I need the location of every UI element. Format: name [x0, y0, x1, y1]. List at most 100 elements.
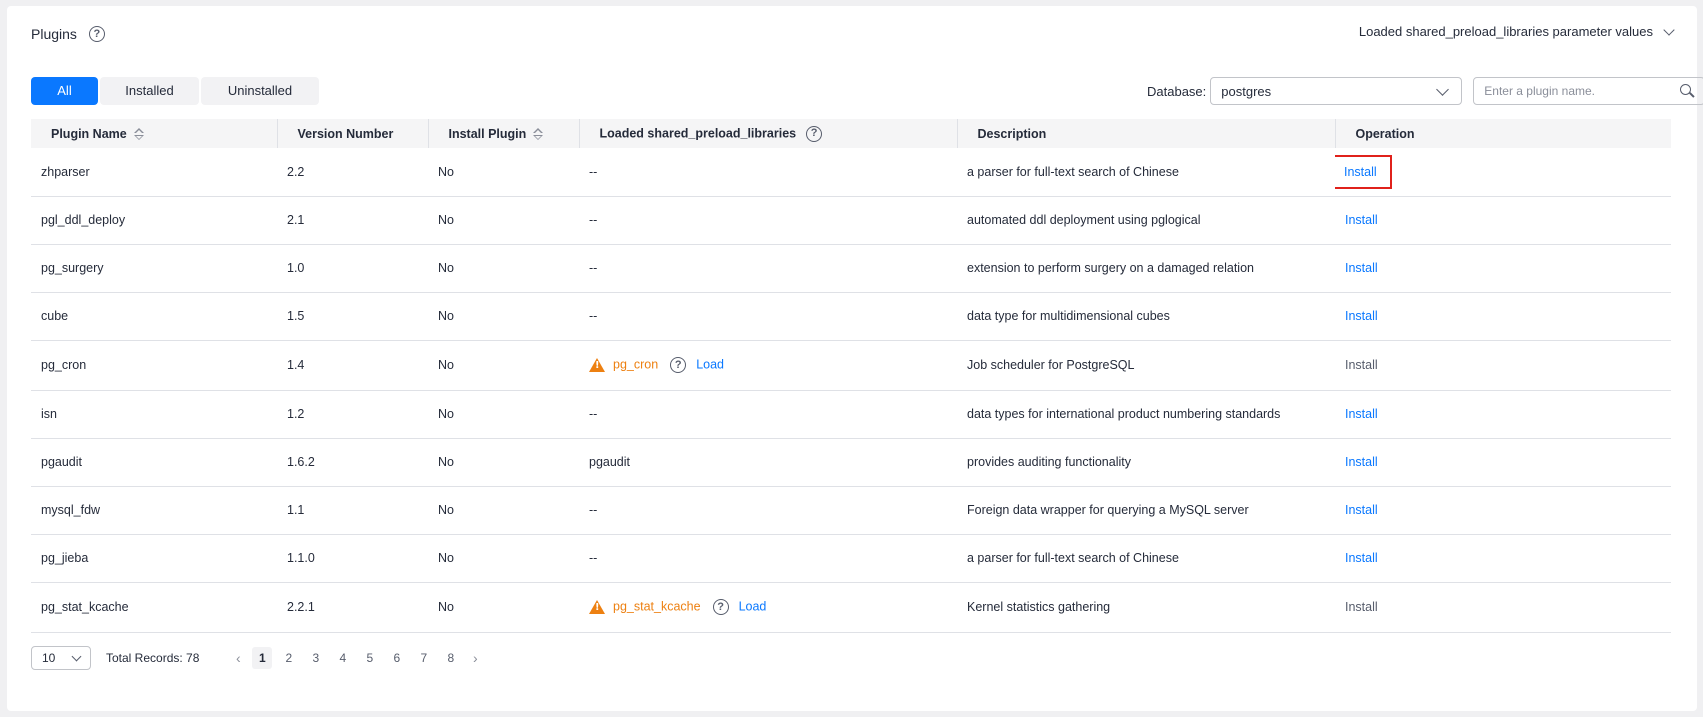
plugin-version: 1.1 — [287, 503, 305, 517]
tab-installed[interactable]: Installed — [100, 77, 199, 105]
loaded-parameters-label: Loaded shared_preload_libraries paramete… — [1358, 24, 1653, 39]
plugin-name: pgaudit — [41, 455, 83, 469]
plugin-description: a parser for full-text search of Chinese — [967, 164, 1179, 179]
plugin-name: zhparser — [41, 164, 90, 179]
page-size-select[interactable]: 10 — [31, 646, 91, 670]
plugin-description: a parser for full-text search of Chinese — [967, 551, 1179, 565]
tab-all[interactable]: All — [31, 77, 98, 105]
warning-icon — [589, 358, 605, 372]
highlight-box: Install — [1335, 154, 1392, 189]
install-link[interactable]: Install — [1345, 261, 1378, 275]
sort-icon[interactable] — [532, 128, 544, 141]
page-header: Plugins ? — [31, 26, 105, 42]
plugin-loaded: pg_stat_kcache? Load — [579, 582, 957, 632]
plugin-name: pgl_ddl_deploy — [41, 213, 126, 227]
plugin-version: 2.1 — [287, 213, 305, 227]
install-link[interactable]: Install — [1344, 165, 1377, 179]
table-row: cube 1.5 No -- data type for multidimens… — [31, 292, 1671, 340]
plugin-loaded: -- — [589, 261, 598, 275]
help-icon[interactable]: ? — [670, 357, 687, 373]
plugin-description: extension to perform surgery on a damage… — [967, 261, 1254, 275]
plugin-search-input[interactable] — [1484, 84, 1665, 98]
unloaded-library-name: pg_stat_kcache — [613, 599, 701, 614]
table-row: pg_surgery 1.0 No -- extension to perfor… — [31, 244, 1671, 292]
plugin-version: 1.1.0 — [287, 551, 315, 565]
plugin-installed: No — [438, 407, 454, 421]
install-link[interactable]: Install — [1345, 213, 1378, 227]
plugin-loaded: -- — [589, 213, 598, 227]
page-number[interactable]: 6 — [383, 647, 410, 669]
operation-cell: Install — [1335, 582, 1671, 632]
database-filter: Database: postgres — [1147, 77, 1703, 105]
install-link-disabled: Install — [1345, 600, 1378, 614]
plugin-installed: No — [438, 551, 454, 565]
plugin-loaded: -- — [589, 164, 598, 179]
operation-cell: Install — [1335, 244, 1671, 292]
operation-cell: Install — [1335, 292, 1671, 340]
plugin-version: 1.2 — [287, 407, 305, 421]
page-number[interactable]: 3 — [302, 647, 329, 669]
plugin-loaded: pg_cron? Load — [579, 340, 957, 390]
plugin-description: Kernel statistics gathering — [967, 600, 1111, 614]
page-title: Plugins — [31, 26, 77, 42]
plugin-description: Foreign data wrapper for querying a MySQ… — [967, 503, 1249, 517]
page-number[interactable]: 7 — [410, 647, 437, 669]
plugin-installed: No — [438, 600, 454, 614]
page-number[interactable]: 4 — [329, 647, 356, 669]
chevron-down-icon — [1436, 82, 1450, 96]
column-install-plugin[interactable]: Install Plugin — [428, 119, 580, 148]
plugin-version: 1.4 — [287, 358, 305, 372]
plugin-version: 2.2 — [287, 164, 305, 179]
search-icon[interactable] — [1680, 84, 1695, 98]
help-icon[interactable]: ? — [88, 26, 105, 42]
table-row: pg_stat_kcache 2.2.1 No pg_stat_kcache? L… — [31, 582, 1671, 632]
column-loaded-libraries: Loaded shared_preload_libraries? — [579, 119, 958, 148]
plugin-search — [1473, 77, 1703, 105]
warning-icon — [589, 600, 605, 614]
help-icon[interactable]: ? — [806, 125, 823, 142]
operation-cell: Install — [1335, 390, 1671, 438]
tab-uninstalled[interactable]: Uninstalled — [201, 77, 319, 105]
table-row: zhparser 2.2 No -- a parser for full-tex… — [31, 148, 1671, 196]
install-link[interactable]: Install — [1345, 455, 1378, 469]
plugin-name: pg_stat_kcache — [41, 600, 129, 614]
filter-tabs: All Installed Uninstalled — [31, 77, 321, 105]
page-number[interactable]: 2 — [275, 647, 302, 669]
page-number[interactable]: 8 — [437, 647, 464, 669]
help-icon[interactable]: ? — [712, 599, 729, 615]
install-link[interactable]: Install — [1345, 551, 1378, 565]
install-link[interactable]: Install — [1345, 503, 1378, 517]
table-row: pgaudit 1.6.2 No pgaudit provides auditi… — [31, 438, 1671, 486]
plugin-version: 1.0 — [287, 261, 305, 275]
plugin-name: mysql_fdw — [41, 503, 101, 517]
plugin-installed: No — [438, 358, 454, 372]
prev-page-icon[interactable]: ‹ — [227, 650, 249, 666]
loaded-parameters-dropdown[interactable]: Loaded shared_preload_libraries paramete… — [1358, 23, 1675, 39]
plugin-loaded: -- — [589, 551, 598, 565]
install-link[interactable]: Install — [1345, 407, 1378, 421]
table-row: pg_jieba 1.1.0 No -- a parser for full-t… — [31, 534, 1671, 582]
database-select[interactable]: postgres — [1210, 77, 1463, 105]
plugin-description: Job scheduler for PostgreSQL — [967, 358, 1135, 372]
page-number-current[interactable]: 1 — [252, 647, 273, 669]
plugin-installed: No — [438, 261, 454, 275]
column-plugin-name[interactable]: Plugin Name — [31, 119, 278, 148]
install-link[interactable]: Install — [1345, 309, 1378, 323]
sort-icon[interactable] — [133, 128, 145, 141]
next-page-icon[interactable]: › — [464, 650, 486, 666]
operation-cell: Install — [1335, 196, 1671, 244]
column-description: Description — [957, 119, 1336, 148]
load-link[interactable]: Load — [739, 599, 767, 613]
total-records: Total Records: 78 — [106, 651, 200, 665]
plugin-version: 2.2.1 — [287, 600, 315, 614]
operation-cell: Install — [1335, 340, 1671, 390]
plugin-installed: No — [438, 503, 454, 517]
plugin-installed: No — [438, 309, 454, 323]
page-number[interactable]: 5 — [356, 647, 383, 669]
plugin-loaded: -- — [589, 407, 598, 421]
plugin-installed: No — [438, 164, 454, 179]
plugin-description: automated ddl deployment using pglogical — [967, 213, 1201, 227]
table-row: pgl_ddl_deploy 2.1 No -- automated ddl d… — [31, 196, 1671, 244]
load-link[interactable]: Load — [696, 357, 724, 371]
plugin-description: data types for international product num… — [967, 407, 1281, 421]
